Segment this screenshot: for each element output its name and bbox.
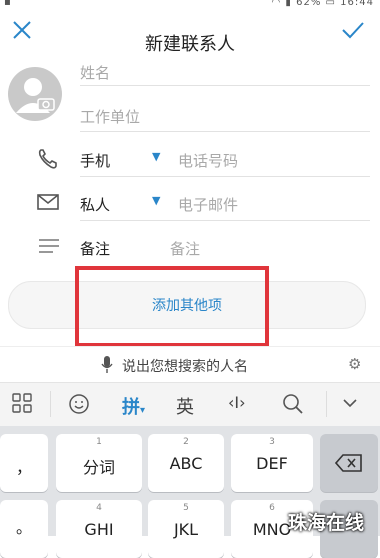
email-underline [80,220,370,221]
watermark: 珠海在线 [288,512,365,534]
mail-icon [36,192,60,216]
key-label: 。 [15,518,32,537]
name-field[interactable]: 姓名 [80,62,110,83]
page-title: 新建联系人 [145,34,235,55]
backspace-key[interactable] [320,434,378,492]
key-number: 5 [183,503,189,513]
check-icon [342,22,364,39]
pinyin-label: 拼 [122,397,140,418]
notification-icon: ▪ [4,0,11,8]
note-field[interactable]: 备注 [170,238,200,259]
phone-number-field[interactable]: 电话号码 [178,150,238,171]
company-field[interactable]: 工作单位 [80,106,140,127]
email-type-label[interactable]: 私人 [80,194,110,215]
key-number: 2 [183,437,189,447]
key-label: DEF [256,454,288,473]
phone-type-dropdown-icon[interactable]: ▼ [152,150,160,163]
save-button[interactable] [340,18,366,42]
english-mode-button[interactable]: 英 [176,393,194,419]
status-indicators: ◠ ▮ 62% ▭ 16:44 [271,0,374,8]
key-label: ， [15,458,32,477]
toolbar-divider [326,391,327,417]
toolbar-divider [50,391,51,417]
status-bar: ▪ ◠ ▮ 62% ▭ 16:44 [0,0,380,12]
key-number: 3 [269,437,275,447]
key-3[interactable]: 3 DEF [231,434,313,492]
signal-icon: ▮ [285,0,292,8]
note-lines-icon [37,236,61,260]
battery-level: 62% [296,0,322,8]
ime-menu-grid-icon[interactable] [12,393,32,418]
name-underline [80,85,370,86]
search-icon[interactable] [282,393,304,420]
pinyin-mode-button[interactable]: 拼▾ [122,393,145,419]
clock: 16:44 [340,0,374,8]
contact-photo[interactable] [8,67,62,121]
email-field[interactable]: 电子邮件 [178,194,238,215]
key-label: GHI [84,520,114,539]
company-underline [80,131,370,132]
key-label: ABC [169,454,203,473]
phone-underline [80,176,370,177]
pinyin-dropdown-icon: ▾ [140,405,146,416]
voice-search-prompt: 说出您想搜索的人名 [122,359,248,375]
email-type-dropdown-icon[interactable]: ▼ [152,194,160,207]
ime-toolbar: 拼▾ 英 ‹I› [0,382,380,427]
key-number: 1 [96,437,102,447]
battery-icon: ▭ [325,0,336,8]
key-number: 4 [96,503,102,513]
voice-search-bar[interactable]: 说出您想搜索的人名 ⚙ [0,346,380,383]
backspace-icon [335,454,362,472]
emoji-icon[interactable] [68,393,90,420]
key-comma[interactable]: ， [0,434,48,492]
key-2[interactable]: 2 ABC [148,434,224,492]
highlight-box [75,266,269,347]
voice-settings-gear-icon[interactable]: ⚙ [348,355,361,373]
phone-icon [36,148,60,174]
phone-type-label[interactable]: 手机 [80,150,110,171]
cursor-control-icon[interactable]: ‹I› [228,393,246,412]
key-5[interactable]: 5 JKL [148,500,224,558]
key-label: 分词 [82,458,115,477]
person-camera-icon [16,78,55,113]
note-label: 备注 [80,240,111,258]
key-4[interactable]: 4 GHI [56,500,142,558]
wifi-icon: ◠ [271,0,282,8]
key-period[interactable]: 。 [0,500,48,558]
microphone-icon [100,355,114,379]
key-1[interactable]: 1 分词 [56,434,142,492]
hide-keyboard-chevron-icon[interactable] [342,393,358,418]
key-label: JKL [173,520,199,539]
